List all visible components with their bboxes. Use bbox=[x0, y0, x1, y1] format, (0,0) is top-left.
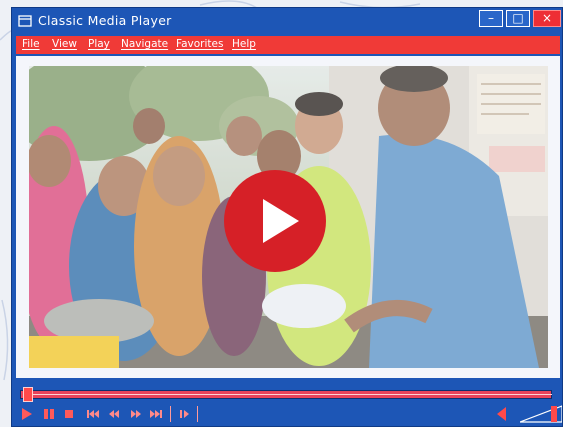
menu-navigate[interactable]: Navigate bbox=[121, 38, 168, 50]
app-window-icon bbox=[18, 15, 32, 27]
skip-back-icon[interactable] bbox=[86, 407, 100, 421]
stop-icon[interactable] bbox=[62, 407, 76, 421]
minimize-button[interactable]: – bbox=[479, 10, 503, 27]
pause-icon[interactable] bbox=[42, 407, 56, 421]
play-overlay-button[interactable] bbox=[223, 169, 327, 273]
frame-step-icon[interactable] bbox=[178, 407, 192, 421]
title-bar[interactable]: Classic Media Player – □ × bbox=[12, 8, 562, 34]
volume-slider[interactable] bbox=[520, 404, 562, 424]
media-player-window: Classic Media Player – □ × File View Pla… bbox=[11, 7, 563, 427]
maximize-button[interactable]: □ bbox=[506, 10, 530, 27]
window-title: Classic Media Player bbox=[38, 13, 172, 28]
rewind-icon[interactable] bbox=[107, 407, 121, 421]
playback-controls bbox=[12, 380, 562, 426]
seek-bar-line bbox=[30, 394, 552, 395]
video-display[interactable] bbox=[29, 66, 548, 368]
video-frame bbox=[16, 56, 560, 378]
menu-file[interactable]: File bbox=[22, 38, 40, 50]
skip-forward-icon[interactable] bbox=[149, 407, 163, 421]
seek-thumb[interactable] bbox=[23, 387, 34, 402]
menu-bar: File View Play Navigate Favorites Help bbox=[16, 36, 560, 54]
fast-forward-icon[interactable] bbox=[129, 407, 143, 421]
menu-view[interactable]: View bbox=[52, 38, 77, 50]
speaker-icon[interactable] bbox=[494, 406, 508, 422]
controls-divider bbox=[197, 406, 198, 422]
menu-favorites[interactable]: Favorites bbox=[176, 38, 223, 50]
menu-play[interactable]: Play bbox=[88, 38, 110, 50]
close-button[interactable]: × bbox=[533, 10, 561, 27]
play-icon[interactable] bbox=[20, 407, 34, 421]
menu-help[interactable]: Help bbox=[232, 38, 256, 50]
controls-divider bbox=[170, 406, 171, 422]
